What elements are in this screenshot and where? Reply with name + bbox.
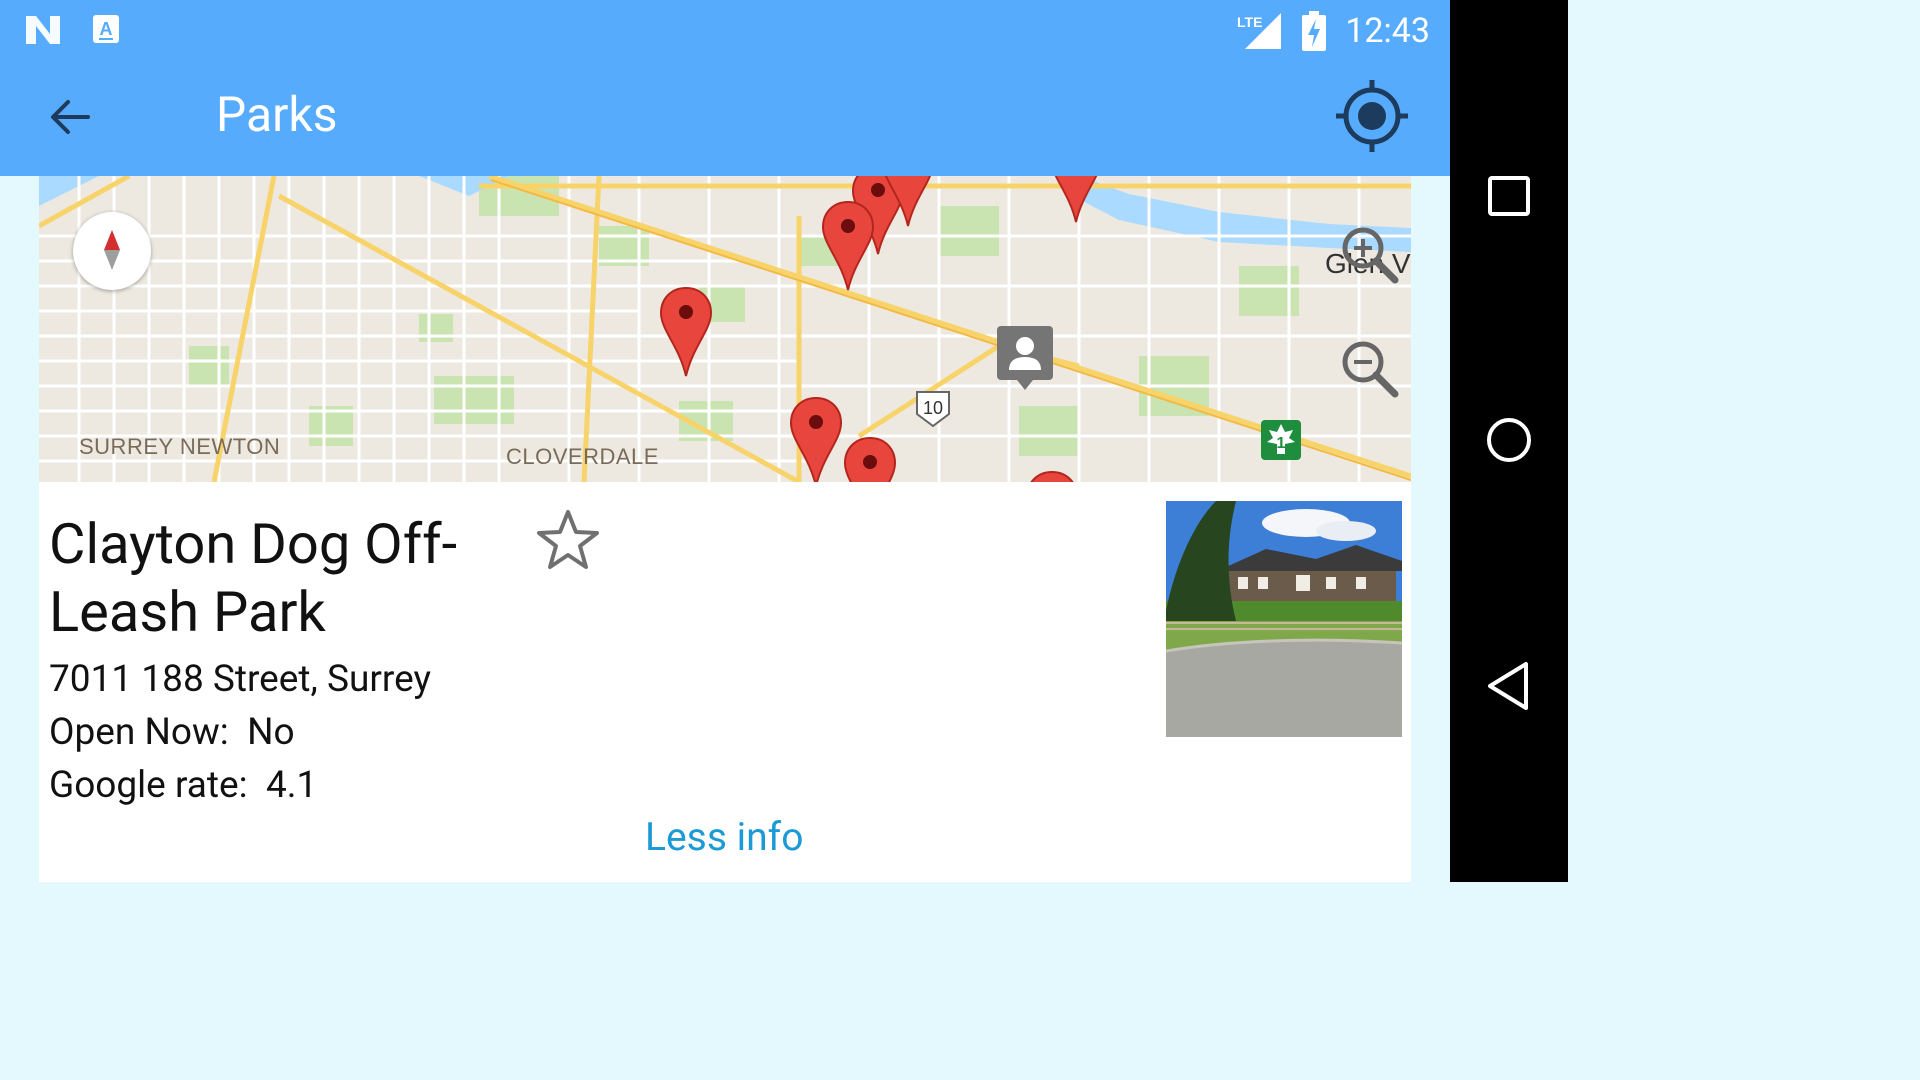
map-label-surrey-newton: SURREY NEWTON [79,434,281,459]
park-info-card: Clayton Dog Off-Leash Park 7011 188 Stre… [39,482,1411,882]
app-toolbar: Parks [0,62,1450,176]
user-location-marker[interactable] [997,326,1053,392]
open-now-row: Open Now: No [49,711,295,754]
star-outline-icon[interactable] [535,508,601,574]
park-marker[interactable] [1025,470,1079,482]
page-title: Parks [216,86,338,143]
park-photo[interactable] [1166,501,1402,737]
park-marker[interactable] [659,286,713,378]
park-marker[interactable] [843,436,897,482]
highway-10-shield: 10 [916,391,950,428]
park-marker[interactable] [1049,176,1103,224]
google-rate-value: 4.1 [265,764,318,807]
svg-text:10: 10 [923,398,943,418]
clock: 12:43 [1345,11,1430,51]
google-rate-label: Google rate: [49,764,248,807]
notification-n-icon [26,16,60,44]
compass-button[interactable] [73,212,151,290]
zoom-in-icon[interactable] [1337,222,1401,286]
park-name: Clayton Dog Off-Leash Park [49,511,458,645]
open-now-label: Open Now: [49,711,229,754]
home-icon[interactable] [1480,410,1540,470]
map-label-cloverdale: CLOVERDALE [506,444,659,469]
google-rate-row: Google rate: 4.1 [49,764,317,807]
lte-signal-icon: LTE [1237,13,1282,49]
highway-1-shield: 1 [1261,420,1301,460]
park-marker[interactable] [881,176,935,228]
status-bar: A LTE 12:43 [0,0,1450,62]
svg-text:A: A [100,19,113,39]
battery-charging-icon [1302,11,1327,51]
back-nav-icon[interactable] [1480,656,1540,716]
keyboard-a-icon: A [93,15,119,43]
park-address: 7011 188 Street, Surrey [49,658,431,701]
map-view[interactable]: SURREY NEWTON CLOVERDALE Glen V 10 1 [39,176,1411,482]
compass-icon [104,230,120,270]
open-now-value: No [247,711,295,754]
arrow-back-icon[interactable] [44,92,94,142]
recent-apps-icon[interactable] [1480,166,1540,226]
svg-text:1: 1 [1277,435,1286,452]
my-location-icon[interactable] [1332,76,1412,156]
lte-label: LTE [1237,14,1262,30]
park-marker[interactable] [821,200,875,292]
system-nav-bar [1450,0,1568,882]
less-info-link[interactable]: Less info [645,814,803,860]
park-marker[interactable] [789,396,843,482]
zoom-out-icon[interactable] [1337,336,1401,400]
